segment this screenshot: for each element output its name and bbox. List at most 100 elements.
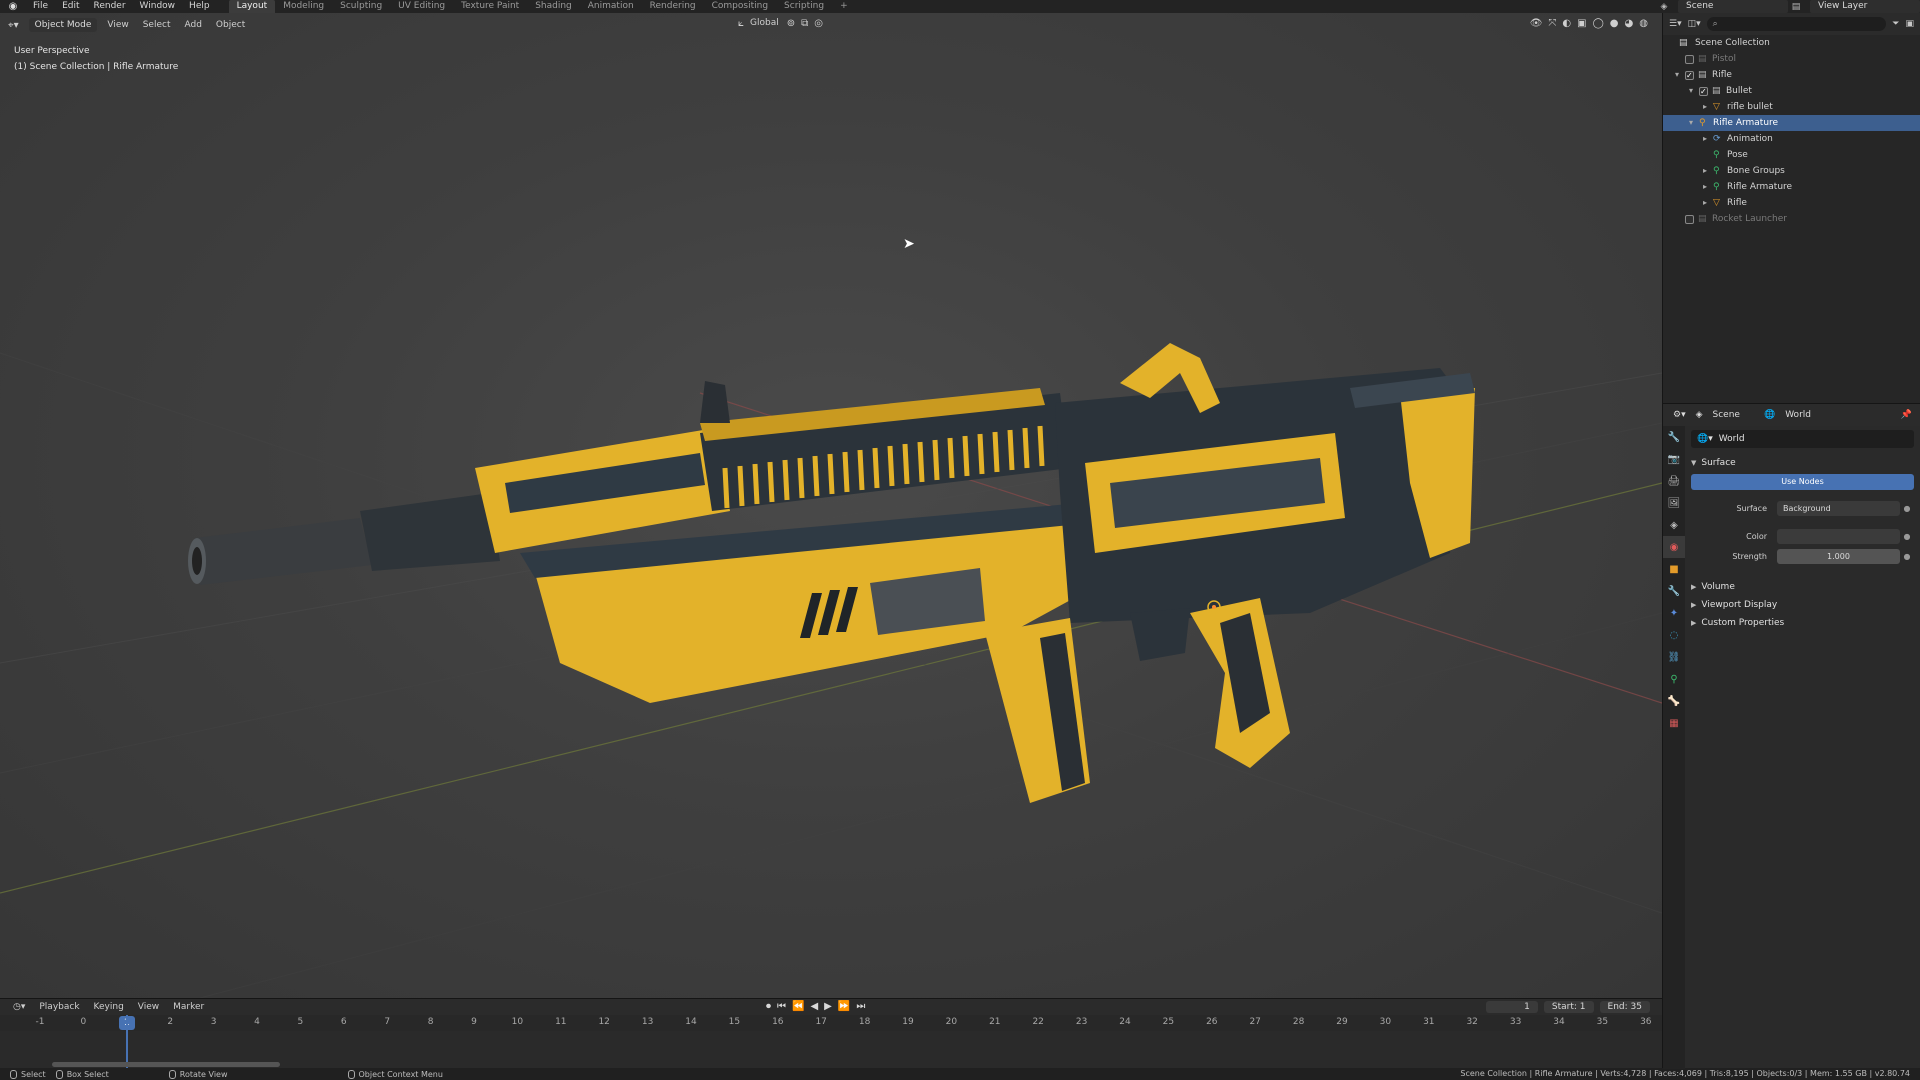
play-icon[interactable]: ▶ xyxy=(824,1001,832,1012)
tab-animation[interactable]: Animation xyxy=(580,0,642,13)
menu-keying[interactable]: Keying xyxy=(87,1002,131,1012)
output-tab-icon[interactable]: 🖨 xyxy=(1663,470,1685,492)
end-frame-field[interactable]: End: 35 xyxy=(1599,1001,1650,1013)
new-collection-icon[interactable]: ▣ xyxy=(1905,19,1914,29)
timeline-ruler[interactable]: -101234567891011121314151617181920212223… xyxy=(0,1015,1662,1031)
constraints-tab-icon[interactable]: ⛓ xyxy=(1663,646,1685,668)
custom-properties-panel-header[interactable]: ▶ Custom Properties xyxy=(1691,614,1914,632)
disclosure-closed-icon[interactable]: ▸ xyxy=(1703,195,1707,211)
outliner-editor[interactable]: ☰▾ ◫▾ ⏷ ▣ ▤ Scene Collection ▤ Pistol ▾ ▤ Ri… xyxy=(1662,13,1920,403)
playhead[interactable] xyxy=(125,1015,128,1069)
play-reverse-icon[interactable]: ◀ xyxy=(810,1001,818,1012)
record-icon[interactable]: ⏺ xyxy=(766,1001,771,1012)
modifier-tab-icon[interactable]: 🔧 xyxy=(1663,580,1685,602)
outliner-item[interactable]: ▤ Pistol xyxy=(1663,51,1920,67)
menu-file[interactable]: File xyxy=(26,0,55,13)
shading-rendered-icon[interactable]: ◍ xyxy=(1639,18,1648,29)
menu-marker[interactable]: Marker xyxy=(166,1002,211,1012)
jump-end-icon[interactable]: ⏭ xyxy=(856,1001,865,1012)
snap-icon[interactable]: ⧉ xyxy=(801,18,808,29)
breadcrumb-world[interactable]: World xyxy=(1785,410,1811,420)
outliner-item[interactable]: ▸ ⟳ Animation xyxy=(1663,131,1920,147)
color-swatch[interactable] xyxy=(1777,528,1900,544)
tab-sculpting[interactable]: Sculpting xyxy=(332,0,390,13)
overlay-icon[interactable]: ◐ xyxy=(1562,18,1571,29)
current-frame-field[interactable]: 1 xyxy=(1485,1001,1538,1013)
pivot-icon[interactable]: ⊚ xyxy=(787,18,795,29)
breadcrumb-scene[interactable]: Scene xyxy=(1713,410,1740,420)
tab-scripting[interactable]: Scripting xyxy=(776,0,832,13)
world-tab-icon[interactable]: ◉ xyxy=(1663,536,1685,558)
outliner-search-input[interactable] xyxy=(1706,17,1887,31)
display-mode-icon[interactable]: ◫▾ xyxy=(1688,19,1701,29)
bone-tab-icon[interactable]: 🦴 xyxy=(1663,690,1685,712)
data-tab-icon[interactable]: ⚲ xyxy=(1663,668,1685,690)
surface-dot-icon[interactable]: ● xyxy=(1900,504,1914,513)
pin-icon[interactable]: 📌 xyxy=(1901,410,1912,420)
tab-modeling[interactable]: Modeling xyxy=(275,0,332,13)
3d-viewport[interactable]: ⌖▾ Object Mode View Select Add Object ⟀ … xyxy=(0,13,1662,998)
add-workspace-button[interactable]: + xyxy=(832,0,856,13)
view-layer-tab-icon[interactable]: 🖼 xyxy=(1663,492,1685,514)
disclosure-closed-icon[interactable]: ▸ xyxy=(1703,99,1707,115)
particles-tab-icon[interactable]: ✦ xyxy=(1663,602,1685,624)
outliner-item[interactable]: ▾ ▤ Bullet xyxy=(1663,83,1920,100)
shading-solid-icon[interactable]: ● xyxy=(1610,18,1619,29)
strength-field[interactable]: 1.000 xyxy=(1777,548,1900,564)
menu-help[interactable]: Help xyxy=(182,0,217,13)
shading-wireframe-icon[interactable]: ◯ xyxy=(1593,18,1604,29)
view-layer-selector[interactable]: View Layer xyxy=(1810,0,1920,13)
outliner-item[interactable]: ▸ ▽ rifle bullet xyxy=(1663,99,1920,115)
render-tab-icon[interactable]: 📷 xyxy=(1663,448,1685,470)
strength-dot-icon[interactable]: ● xyxy=(1900,552,1914,561)
physics-tab-icon[interactable]: ◌ xyxy=(1663,624,1685,646)
disclosure-closed-icon[interactable]: ▸ xyxy=(1703,179,1707,195)
blender-logo-icon[interactable]: ◉ xyxy=(0,0,26,13)
properties-editor-icon[interactable]: ⚙▾ xyxy=(1673,410,1686,420)
object-mode-dropdown[interactable]: Object Mode xyxy=(28,18,98,32)
outliner-root[interactable]: ▤ Scene Collection xyxy=(1663,35,1920,51)
tab-layout[interactable]: Layout xyxy=(228,0,276,13)
color-dot-icon[interactable]: ● xyxy=(1900,532,1914,541)
scene-tab-icon[interactable]: ◈ xyxy=(1663,514,1685,536)
start-frame-field[interactable]: Start: 1 xyxy=(1543,1001,1594,1013)
object-tab-icon[interactable]: ■ xyxy=(1663,558,1685,580)
proportional-edit-icon[interactable]: ◎ xyxy=(814,18,823,29)
tab-uv-editing[interactable]: UV Editing xyxy=(390,0,453,13)
menu-select[interactable]: Select xyxy=(137,18,177,32)
menu-add[interactable]: Add xyxy=(178,18,207,32)
outliner-editor-icon[interactable]: ☰▾ xyxy=(1669,19,1682,29)
timeline-scrollbar[interactable] xyxy=(52,1062,280,1067)
menu-object[interactable]: Object xyxy=(210,18,251,32)
outliner-item[interactable]: ⚲ Pose xyxy=(1663,147,1920,163)
scene-selector[interactable]: Scene xyxy=(1678,0,1788,13)
filter-icon[interactable]: ⏷ xyxy=(1892,19,1899,29)
menu-edit[interactable]: Edit xyxy=(55,0,86,13)
disclosure-open-icon[interactable]: ▾ xyxy=(1689,115,1693,131)
timeline-editor[interactable]: ◷▾ Playback Keying View Marker ⏺ ⏮ ⏪ ◀ ▶… xyxy=(0,998,1662,1069)
use-nodes-button[interactable]: Use Nodes xyxy=(1691,474,1914,490)
editor-type-icon[interactable]: ⌖▾ xyxy=(8,20,19,31)
disclosure-open-icon[interactable]: ▾ xyxy=(1675,67,1679,83)
tool-tab-icon[interactable]: 🔧 xyxy=(1663,426,1685,448)
xray-icon[interactable]: ▣ xyxy=(1577,18,1586,29)
viewport-display-panel-header[interactable]: ▶ Viewport Display xyxy=(1691,596,1914,614)
outliner-item[interactable]: ▸ ▽ Rifle xyxy=(1663,195,1920,211)
world-datablock-field[interactable]: 🌐▾ World xyxy=(1691,430,1914,448)
visibility-icon[interactable]: 👁 xyxy=(1530,18,1543,29)
disclosure-closed-icon[interactable]: ▸ xyxy=(1703,163,1707,179)
menu-view[interactable]: View xyxy=(101,18,134,32)
exclude-checkbox[interactable] xyxy=(1685,68,1694,84)
gizmo-icon[interactable]: ⤧ xyxy=(1548,18,1556,29)
outliner-item[interactable]: ▸ ⚲ Bone Groups xyxy=(1663,163,1920,179)
jump-start-icon[interactable]: ⏮ xyxy=(777,1001,786,1012)
tab-compositing[interactable]: Compositing xyxy=(704,0,776,13)
exclude-checkbox[interactable] xyxy=(1699,84,1708,100)
exclude-checkbox[interactable] xyxy=(1685,215,1694,224)
outliner-item[interactable]: ▸ ⚲ Rifle Armature xyxy=(1663,179,1920,195)
shading-material-icon[interactable]: ◕ xyxy=(1625,18,1634,29)
menu-playback[interactable]: Playback xyxy=(32,1002,86,1012)
prev-keyframe-icon[interactable]: ⏪ xyxy=(792,1001,804,1012)
disclosure-closed-icon[interactable]: ▸ xyxy=(1703,131,1707,147)
menu-render[interactable]: Render xyxy=(87,0,133,13)
